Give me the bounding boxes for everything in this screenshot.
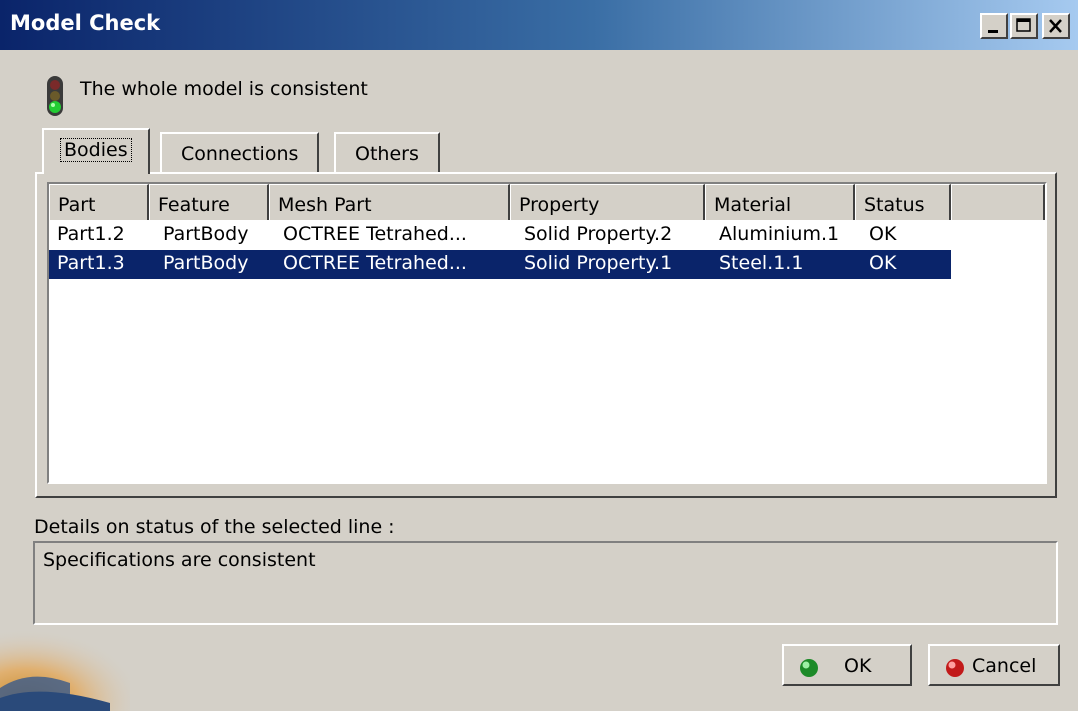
close-button[interactable] — [1042, 13, 1070, 39]
ok-button-label: OK — [844, 655, 872, 677]
table-cell-status: OK — [869, 252, 897, 274]
table-cell-feature: PartBody — [163, 252, 249, 274]
title-bar[interactable]: Model Check — [0, 0, 1078, 50]
column-header-part[interactable]: Part — [49, 184, 149, 220]
table-cell-material: Aluminium.1 — [719, 223, 840, 245]
details-label: Details on status of the selected line : — [34, 516, 395, 538]
minimize-button[interactable] — [980, 13, 1008, 39]
maximize-button[interactable] — [1010, 13, 1038, 39]
tab-connections-label: Connections — [181, 143, 299, 165]
bodies-table[interactable]: Part Feature Mesh Part Property Material… — [47, 182, 1047, 484]
close-icon — [1049, 19, 1062, 33]
table-cell-material: Steel.1.1 — [719, 252, 804, 274]
ok-button[interactable]: OK — [782, 644, 912, 686]
tab-bodies-label: Bodies — [60, 138, 132, 162]
tab-connections[interactable]: Connections — [160, 132, 320, 172]
table-cell-part: Part1.2 — [57, 223, 125, 245]
cancel-button-label: Cancel — [972, 655, 1037, 677]
traffic-light-green-icon — [47, 76, 63, 116]
red-ball-icon — [946, 659, 964, 677]
table-cell-mesh-part: OCTREE Tetrahed... — [283, 252, 467, 274]
minimize-icon — [988, 30, 998, 33]
corner-logo-graphic — [0, 628, 130, 711]
column-header-property[interactable]: Property — [510, 184, 705, 220]
tab-bodies[interactable]: Bodies — [42, 128, 150, 174]
green-ball-icon — [800, 659, 818, 677]
table-cell-status: OK — [869, 223, 897, 245]
details-text: Specifications are consistent — [43, 549, 316, 571]
table-cell-property: Solid Property.1 — [524, 252, 673, 274]
tab-others-label: Others — [355, 143, 419, 165]
table-header: Part Feature Mesh Part Property Material… — [49, 184, 1045, 220]
column-header-feature[interactable]: Feature — [149, 184, 269, 220]
table-row[interactable]: Part1.2 PartBody OCTREE Tetrahed... Soli… — [49, 221, 951, 250]
details-text-box: Specifications are consistent — [33, 541, 1058, 625]
table-cell-mesh-part: OCTREE Tetrahed... — [283, 223, 467, 245]
maximize-icon — [1016, 18, 1031, 32]
column-header-mesh-part[interactable]: Mesh Part — [269, 184, 510, 220]
table-cell-part: Part1.3 — [57, 252, 125, 274]
column-header-material[interactable]: Material — [705, 184, 855, 220]
window-title: Model Check — [10, 11, 161, 35]
column-header-status[interactable]: Status — [855, 184, 951, 220]
model-status-message: The whole model is consistent — [80, 78, 368, 100]
column-header-filler — [951, 184, 1045, 220]
bodies-tab-panel: Part Feature Mesh Part Property Material… — [35, 172, 1057, 498]
table-cell-feature: PartBody — [163, 223, 249, 245]
table-cell-property: Solid Property.2 — [524, 223, 673, 245]
cancel-button[interactable]: Cancel — [928, 644, 1060, 686]
tab-others[interactable]: Others — [334, 132, 440, 172]
table-row-selected[interactable]: Part1.3 PartBody OCTREE Tetrahed... Soli… — [49, 250, 951, 279]
